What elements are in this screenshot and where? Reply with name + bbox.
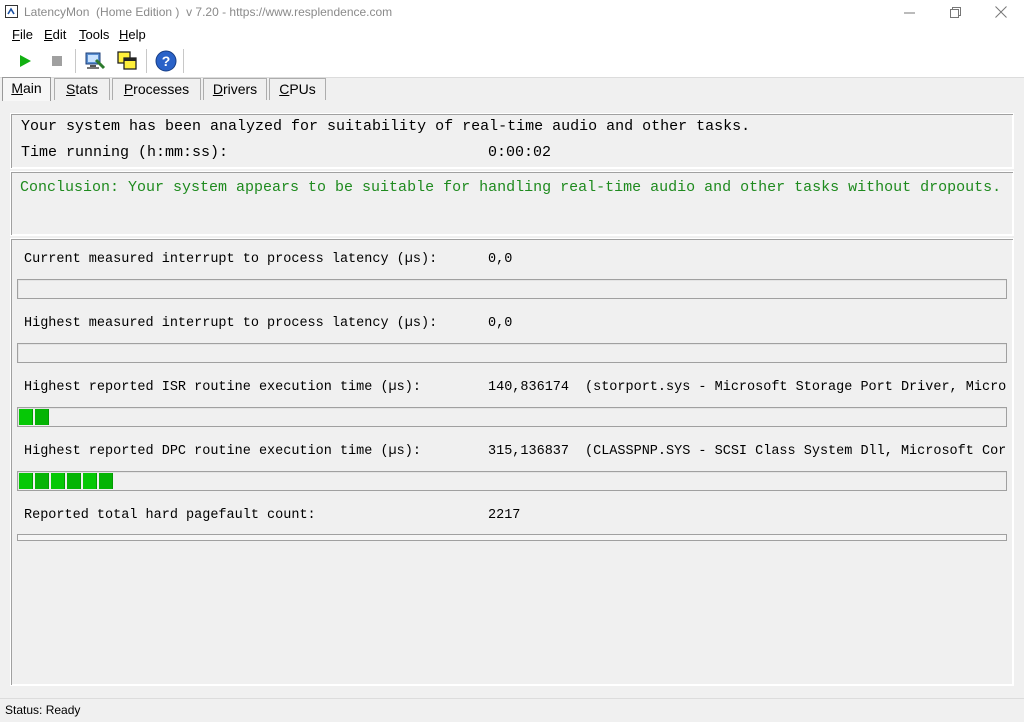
conclusion-panel: Conclusion: Your system appears to be su… — [10, 171, 1014, 236]
isr-label: Highest reported ISR routine execution t… — [24, 380, 421, 395]
play-icon — [20, 55, 31, 67]
windows-icon — [117, 51, 137, 70]
dpc-bar — [17, 471, 1007, 491]
time-running-value: 0:00:02 — [488, 144, 552, 161]
stop-button[interactable] — [45, 49, 69, 73]
maximize-button[interactable] — [932, 0, 978, 24]
summary-panel: Your system has been analyzed for suitab… — [10, 113, 1014, 169]
status-text: Status: Ready — [5, 703, 81, 717]
title-bar: LatencyMon (Home Edition ) v 7.20 - http… — [0, 0, 1024, 24]
bar-segment — [35, 473, 49, 489]
restore-icon — [949, 6, 961, 18]
conclusion-text: Conclusion: Your system appears to be su… — [20, 179, 1002, 196]
dpc-driver-detail: (CLASSPNP.SYS - SCSI Class System Dll, M… — [585, 444, 1007, 459]
bar-segment — [19, 409, 33, 425]
current-latency-label: Current measured interrupt to process la… — [24, 252, 438, 267]
tab-processes[interactable]: Processes — [112, 78, 201, 100]
window-title: LatencyMon (Home Edition ) v 7.20 - http… — [24, 5, 393, 19]
pagefault-label: Reported total hard pagefault count: — [24, 508, 316, 523]
bar-segment — [51, 473, 65, 489]
svg-text:?: ? — [162, 53, 171, 69]
toolbar: ? — [0, 45, 1024, 78]
bar-segment — [99, 473, 113, 489]
menu-file[interactable]: File — [12, 27, 33, 42]
pagefault-value: 2217 — [488, 508, 521, 523]
current-latency-bar — [17, 279, 1007, 299]
status-bar: Status: Ready — [0, 698, 1024, 722]
windows-button[interactable] — [115, 49, 139, 73]
bar-segment — [19, 473, 33, 489]
stop-icon — [52, 56, 62, 66]
metrics-panel — [10, 238, 1014, 686]
computer-analyze-icon — [85, 52, 106, 70]
analyze-button[interactable] — [83, 49, 107, 73]
isr-bar — [17, 407, 1007, 427]
tab-strip: Main Stats Processes Drivers CPUs — [0, 77, 1024, 101]
current-latency-value: 0,0 — [488, 252, 513, 267]
app-icon — [5, 5, 18, 18]
menu-bar: File Edit Tools Help — [0, 24, 1024, 45]
bar-segment — [67, 473, 81, 489]
tab-main[interactable]: Main — [2, 77, 51, 101]
time-running-label: Time running (h:mm:ss): — [21, 144, 229, 161]
isr-value: 140,836174 — [488, 380, 570, 395]
menu-edit[interactable]: Edit — [44, 27, 66, 42]
highest-latency-bar — [17, 343, 1007, 363]
pagefault-bar — [17, 534, 1007, 541]
isr-driver-detail: (storport.sys - Microsoft Storage Port D… — [585, 380, 1007, 395]
tab-stats[interactable]: Stats — [54, 78, 110, 100]
help-icon: ? — [155, 50, 177, 72]
close-icon — [995, 6, 1007, 18]
tab-cpus[interactable]: CPUs — [269, 78, 326, 100]
minimize-button[interactable] — [886, 0, 932, 24]
minimize-icon — [903, 12, 915, 13]
bar-segment — [35, 409, 49, 425]
dpc-label: Highest reported DPC routine execution t… — [24, 444, 421, 459]
dpc-value: 315,136837 — [488, 444, 570, 459]
bar-segment — [83, 473, 97, 489]
start-button[interactable] — [13, 49, 37, 73]
highest-latency-label: Highest measured interrupt to process la… — [24, 316, 438, 331]
highest-latency-value: 0,0 — [488, 316, 513, 331]
menu-tools[interactable]: Tools — [79, 27, 109, 42]
analyzed-text: Your system has been analyzed for suitab… — [21, 118, 751, 135]
close-button[interactable] — [978, 0, 1024, 24]
tab-drivers[interactable]: Drivers — [203, 78, 267, 100]
help-button[interactable]: ? — [154, 49, 178, 73]
menu-help[interactable]: Help — [119, 27, 146, 42]
